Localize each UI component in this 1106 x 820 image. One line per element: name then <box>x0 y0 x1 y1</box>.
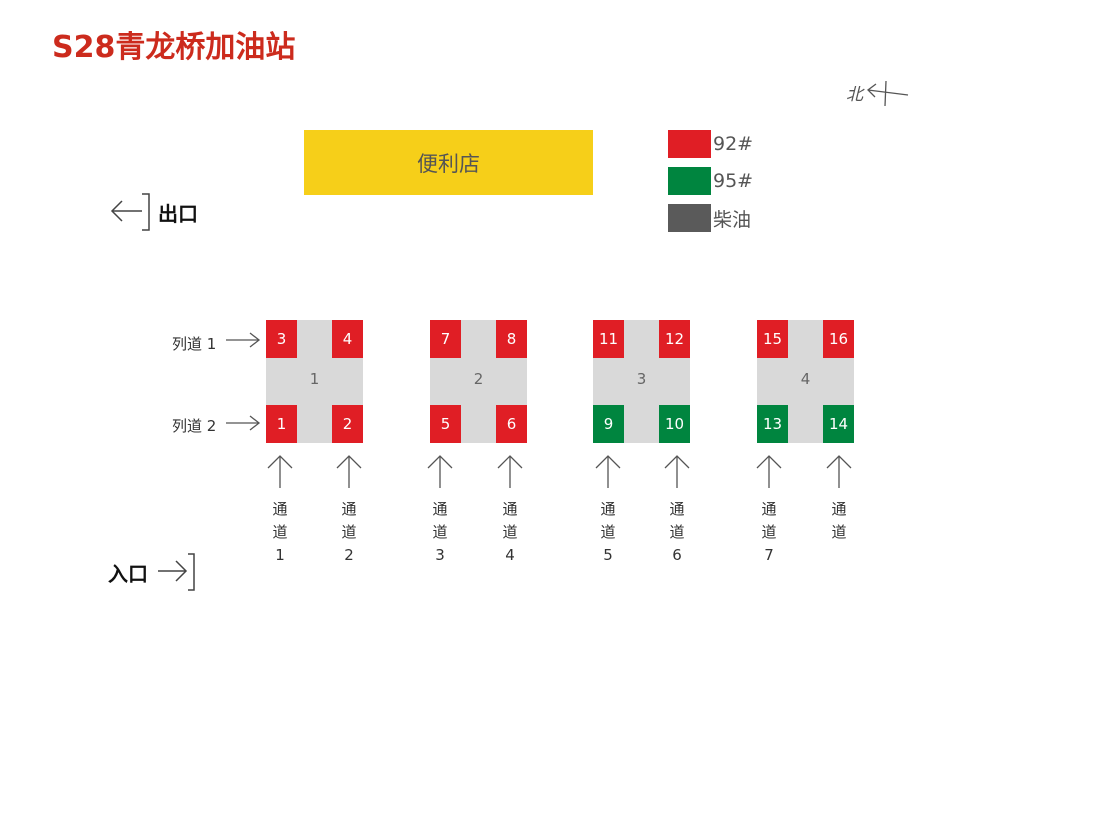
up-arrow-icon <box>336 455 362 488</box>
fuel-island-4: 4 15 16 13 14 <box>757 320 854 443</box>
channel: 通 道 <box>824 454 854 544</box>
channel-char: 通 <box>341 500 357 518</box>
exit-sign: 出口 <box>110 192 198 232</box>
channel: 通 道 3 <box>425 454 455 567</box>
legend-label-diesel: 柴油 <box>713 208 752 231</box>
channel: 通 道 5 <box>593 454 623 567</box>
up-arrow-icon <box>595 455 621 488</box>
channel-char: 道 <box>502 523 518 541</box>
pump[interactable]: 15 <box>757 320 788 358</box>
channel-char: 道 <box>341 523 357 541</box>
legend-swatch-95 <box>668 167 711 195</box>
pump[interactable]: 1 <box>266 405 297 443</box>
legend-swatch-92 <box>668 130 711 158</box>
channel: 通 道 7 <box>754 454 784 567</box>
exit-label: 出口 <box>158 201 198 226</box>
channel-char: 5 <box>603 546 613 564</box>
pump[interactable]: 16 <box>823 320 854 358</box>
pump[interactable]: 7 <box>430 320 461 358</box>
lane-label-2: 列道 2 <box>172 417 217 435</box>
convenience-store-label: 便利店 <box>417 151 480 176</box>
fuel-island-3: 3 11 12 9 10 <box>593 320 690 443</box>
pump[interactable]: 6 <box>496 405 527 443</box>
channel-char: 1 <box>275 546 285 564</box>
pump[interactable]: 5 <box>430 405 461 443</box>
island-number: 1 <box>309 370 320 388</box>
island-number: 2 <box>473 370 484 388</box>
channel-char: 道 <box>831 523 847 541</box>
channel-char: 6 <box>672 546 682 564</box>
channel-char: 通 <box>502 500 518 518</box>
pump[interactable]: 8 <box>496 320 527 358</box>
lane-label-1: 列道 1 <box>172 335 217 353</box>
up-arrow-icon <box>497 455 523 488</box>
compass: 北 <box>846 78 912 108</box>
entry-arrow-icon <box>158 553 195 591</box>
channel-char: 道 <box>272 523 288 541</box>
exit-arrow-icon <box>110 193 150 231</box>
lane-2-arrow-icon <box>226 415 261 431</box>
channel-char: 道 <box>600 523 616 541</box>
pump[interactable]: 3 <box>266 320 297 358</box>
legend-swatch-diesel <box>668 204 711 232</box>
pump[interactable]: 9 <box>593 405 624 443</box>
page-title: S28青龙桥加油站 <box>52 30 296 65</box>
pump[interactable]: 13 <box>757 405 788 443</box>
entry-label: 入口 <box>108 561 148 586</box>
up-arrow-icon <box>756 455 782 488</box>
channel-char: 2 <box>344 546 354 564</box>
up-arrow-icon <box>427 455 453 488</box>
up-arrow-icon <box>664 455 690 488</box>
channel: 通 道 4 <box>495 454 525 567</box>
channel: 通 道 6 <box>662 454 692 567</box>
channel-char: 通 <box>432 500 448 518</box>
up-arrow-icon <box>267 455 293 488</box>
pump[interactable]: 12 <box>659 320 690 358</box>
channel-char: 道 <box>669 523 685 541</box>
channel-char: 通 <box>761 500 777 518</box>
legend-label-95: 95# <box>713 170 754 192</box>
channel-char: 4 <box>505 546 515 564</box>
channel-char: 道 <box>761 523 777 541</box>
lane-1-arrow-icon <box>226 332 261 348</box>
channel-char: 通 <box>669 500 685 518</box>
legend-item-92: 92# <box>668 130 753 158</box>
island-number: 3 <box>636 370 647 388</box>
north-arrow-icon <box>867 80 909 107</box>
legend-item-diesel: 柴油 <box>668 204 751 232</box>
pump[interactable]: 11 <box>593 320 624 358</box>
channel-char: 7 <box>764 546 774 564</box>
fuel-island-1: 1 3 4 1 2 <box>266 320 363 443</box>
pump[interactable]: 10 <box>659 405 690 443</box>
fuel-island-2: 2 7 8 5 6 <box>430 320 527 443</box>
channel: 通 道 1 <box>265 454 295 567</box>
legend-label-92: 92# <box>713 133 754 155</box>
channel-char: 通 <box>600 500 616 518</box>
pump[interactable]: 4 <box>332 320 363 358</box>
channel-char: 通 <box>831 500 847 518</box>
channel-char: 通 <box>272 500 288 518</box>
up-arrow-icon <box>826 455 852 488</box>
channel-char: 3 <box>435 546 445 564</box>
island-number: 4 <box>800 370 811 388</box>
convenience-store: 便利店 <box>304 130 593 195</box>
entry-sign: 入口 <box>108 552 200 592</box>
pump[interactable]: 2 <box>332 405 363 443</box>
compass-north-label: 北 <box>846 85 863 105</box>
channel-char: 道 <box>432 523 448 541</box>
pump[interactable]: 14 <box>823 405 854 443</box>
legend-item-95: 95# <box>668 167 753 195</box>
channel: 通 道 2 <box>334 454 364 567</box>
